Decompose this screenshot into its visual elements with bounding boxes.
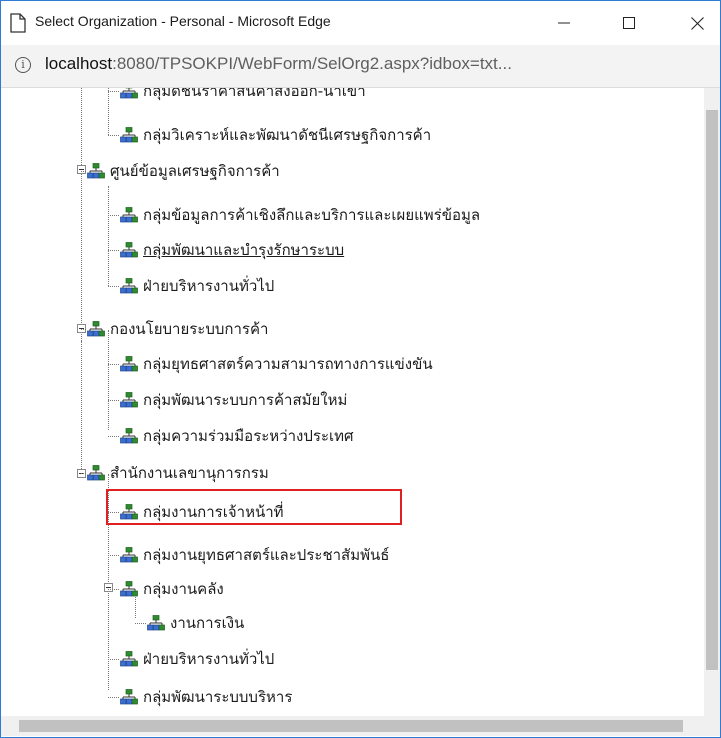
org-unit-icon [147, 615, 165, 631]
tree-node[interactable]: กลุ่มดัชนีราคาสินค้าส่งออก-นำเข้า [120, 88, 366, 104]
tree-connector [108, 186, 109, 286]
tree-node[interactable]: กลุ่มความร่วมมือระหว่างประเทศ [120, 423, 354, 449]
tree-node[interactable]: กลุ่มงานคลัง [120, 576, 224, 602]
url-path: :8080/TPSOKPI/WebForm/SelOrg2.aspx?idbox… [112, 54, 512, 73]
close-icon [690, 16, 704, 30]
minimize-button[interactable] [541, 1, 587, 45]
tree-node-label[interactable]: กลุ่มดัชนีราคาสินค้าส่งออก-นำเข้า [143, 88, 366, 103]
org-unit-icon [87, 163, 105, 179]
tree-connector [108, 215, 119, 216]
tree-node[interactable]: กลุ่มงานยุทธศาสตร์และประชาสัมพันธ์ [120, 542, 389, 568]
tree-node[interactable]: ฝ่ายบริหารงานทั่วไป [120, 273, 274, 299]
tree-connector [81, 88, 82, 353]
maximize-button[interactable] [606, 1, 652, 45]
tree-node-label[interactable]: ฝ่ายบริหารงานทั่วไป [143, 274, 274, 298]
title-bar: Select Organization - Personal - Microso… [1, 1, 720, 45]
collapse-toggle[interactable] [77, 165, 86, 174]
tree-node-label[interactable]: กลุ่มพัฒนาระบบการค้าสมัยใหม่ [143, 388, 347, 412]
tree-connector [108, 659, 119, 660]
tree-node[interactable]: ศูนย์ข้อมูลเศรษฐกิจการค้า [87, 158, 280, 184]
org-tree: กลุ่มดัชนีราคาสินค้าส่งออก-นำเข้ากลุ่มวิ… [1, 88, 704, 716]
org-unit-icon [120, 651, 138, 667]
tree-connector [108, 286, 119, 287]
tree-connector [135, 623, 146, 624]
org-unit-icon [87, 465, 105, 481]
info-icon[interactable]: i [15, 57, 31, 73]
url-field[interactable]: localhost:8080/TPSOKPI/WebForm/SelOrg2.a… [45, 54, 705, 74]
tree-node[interactable]: กลุ่มยุทธศาสตร์ความสามารถทางการแข่งขัน [120, 351, 433, 377]
tree-node-label[interactable]: กองนโยบายระบบการค้า [110, 317, 268, 341]
tree-node[interactable]: กลุ่มข้อมูลการค้าเชิงลึกและบริการและเผยแ… [120, 202, 480, 228]
tree-node-label[interactable]: ศูนย์ข้อมูลเศรษฐกิจการค้า [110, 159, 280, 183]
org-unit-icon [120, 689, 138, 705]
scrollbar-corner [704, 716, 720, 736]
tree-connector [108, 364, 119, 365]
maximize-icon [623, 17, 635, 29]
horizontal-scroll-thumb[interactable] [19, 720, 683, 732]
selected-highlight [106, 489, 402, 525]
tree-node[interactable]: ฝ่ายบริหารงานทั่วไป [120, 646, 274, 672]
org-unit-icon [120, 278, 138, 294]
tree-node[interactable]: กองนโยบายระบบการค้า [87, 316, 268, 342]
org-unit-icon [120, 242, 138, 258]
tree-node-label[interactable]: กลุ่มความร่วมมือระหว่างประเทศ [143, 424, 354, 448]
url-host: localhost [45, 54, 113, 73]
tree-connector [108, 512, 119, 513]
tree-connector [108, 400, 119, 401]
org-unit-icon [120, 127, 138, 143]
tree-node[interactable]: สำนักงานเลขานุการกรม [87, 460, 269, 486]
tree-connector [108, 135, 119, 136]
tree-node[interactable]: กลุ่มพัฒนาระบบบริหาร [120, 684, 292, 710]
tree-node[interactable]: กลุ่มพัฒนาและบำรุงรักษาระบบ [120, 237, 344, 263]
tree-node-label[interactable]: ฝ่ายบริหารงานทั่วไป [143, 647, 274, 671]
org-unit-icon [120, 428, 138, 444]
tree-connector [81, 473, 86, 474]
tree-connector [108, 589, 119, 590]
page-icon [10, 13, 26, 33]
tree-node-label[interactable]: กลุ่มพัฒนาระบบบริหาร [143, 685, 292, 709]
close-button[interactable] [674, 1, 720, 45]
org-unit-icon [120, 581, 138, 597]
org-unit-icon [120, 547, 138, 563]
vertical-scroll-thumb[interactable] [706, 110, 718, 670]
tree-node-label[interactable]: กลุ่มยุทธศาสตร์ความสามารถทางการแข่งขัน [143, 352, 433, 376]
tree-node-label[interactable]: งานการเงิน [170, 611, 244, 635]
minimize-icon [558, 22, 570, 24]
tree-node-label[interactable]: กลุ่มข้อมูลการค้าเชิงลึกและบริการและเผยแ… [143, 203, 480, 227]
tree-node[interactable]: กลุ่มพัฒนาระบบการค้าสมัยใหม่ [120, 387, 347, 413]
tree-connector [108, 330, 109, 430]
tree-connector [81, 171, 86, 172]
org-unit-icon [120, 88, 138, 99]
org-unit-icon [120, 207, 138, 223]
tree-connector [81, 341, 82, 471]
tree-connector [108, 250, 119, 251]
horizontal-scrollbar[interactable] [1, 716, 704, 736]
browser-window: Select Organization - Personal - Microso… [0, 0, 721, 738]
vertical-scrollbar[interactable] [704, 88, 720, 716]
tree-node-label[interactable]: กลุ่มงานยุทธศาสตร์และประชาสัมพันธ์ [143, 543, 389, 567]
address-bar[interactable]: i localhost:8080/TPSOKPI/WebForm/SelOrg2… [1, 45, 720, 88]
tree-node[interactable]: กลุ่มวิเคราะห์และพัฒนาดัชนีเศรษฐกิจการค้… [120, 122, 431, 148]
tree-connector [81, 329, 86, 330]
tree-connector [108, 436, 119, 437]
org-unit-icon [87, 321, 105, 337]
tree-node-label[interactable]: กลุ่มพัฒนาและบำรุงรักษาระบบ [143, 238, 344, 262]
tree-node[interactable]: งานการเงิน [147, 610, 244, 636]
window-title: Select Organization - Personal - Microso… [35, 13, 331, 29]
tree-connector [108, 91, 119, 92]
tree-connector [108, 555, 119, 556]
org-unit-icon [120, 392, 138, 408]
org-unit-icon [120, 356, 138, 372]
collapse-toggle[interactable] [104, 583, 113, 592]
tree-connector [108, 697, 119, 698]
tree-connector [108, 88, 109, 135]
tree-node-label[interactable]: กลุ่มงานคลัง [143, 577, 224, 601]
tree-node-label[interactable]: สำนักงานเลขานุการกรม [110, 461, 269, 485]
tree-node-label[interactable]: กลุ่มวิเคราะห์และพัฒนาดัชนีเศรษฐกิจการค้… [143, 123, 431, 147]
